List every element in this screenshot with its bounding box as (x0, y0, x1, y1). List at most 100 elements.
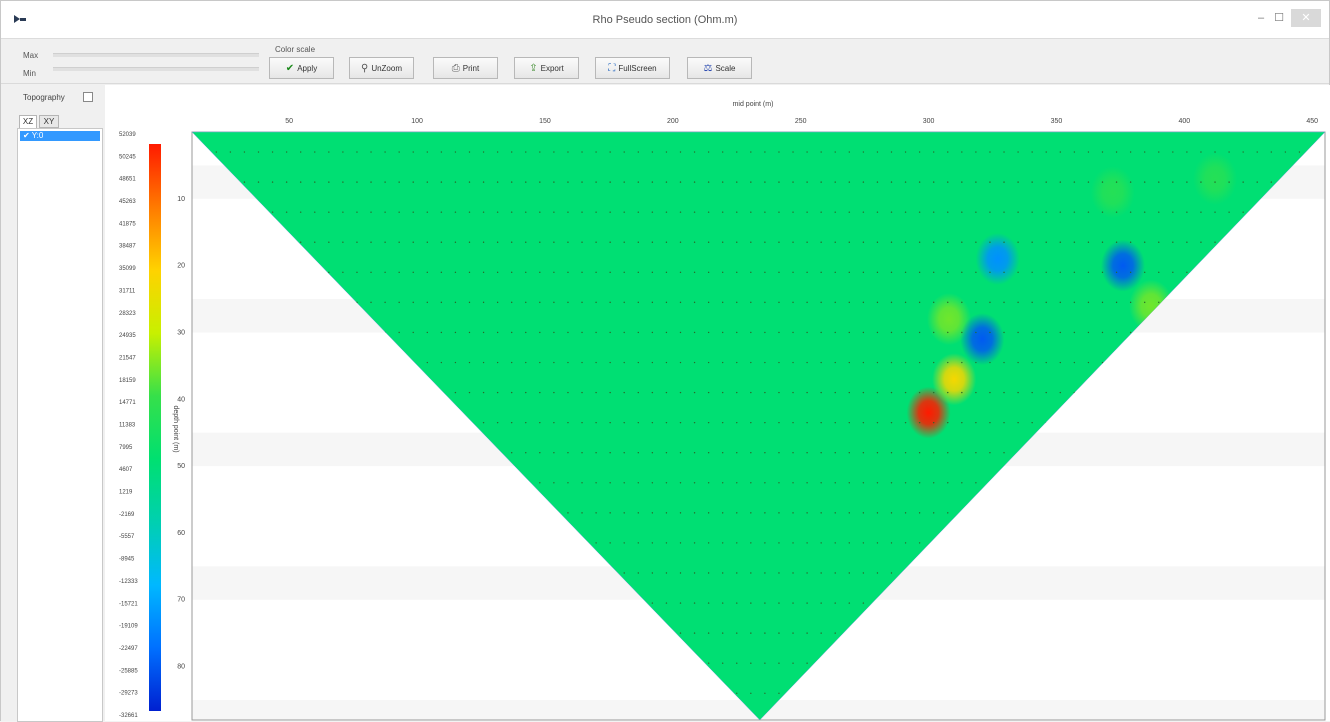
data-point (468, 211, 471, 213)
data-point (862, 542, 865, 544)
data-point (1256, 391, 1258, 394)
data-point (820, 331, 822, 334)
data-point (1312, 271, 1315, 274)
print-button[interactable]: ⎙ Print (433, 57, 498, 79)
data-point (243, 241, 246, 243)
data-point (581, 181, 583, 183)
data-point (707, 482, 710, 484)
data-point (426, 301, 428, 304)
data-point (496, 512, 499, 514)
data-point (721, 512, 724, 514)
data-point (665, 181, 668, 183)
data-point (328, 421, 330, 424)
data-point (496, 632, 499, 634)
data-point (412, 512, 414, 514)
data-point (370, 301, 372, 304)
data-point (581, 391, 583, 394)
data-point (1073, 421, 1076, 424)
data-point (229, 211, 232, 213)
unzoom-button[interactable]: ⚲ UnZoom (349, 57, 414, 79)
data-point (314, 361, 316, 364)
data-point (947, 271, 949, 274)
data-point (1143, 632, 1146, 634)
pseudo-section-chart[interactable]: 50 100 150 200 250 300 350 400 450 mid point (m)… (105, 85, 1330, 721)
data-point (356, 211, 358, 213)
data-point (1270, 421, 1272, 424)
fullscreen-button[interactable]: ⛶ FullScreen (595, 57, 670, 79)
data-point (1228, 482, 1230, 484)
data-point (1228, 542, 1230, 544)
data-point (834, 391, 836, 394)
tab-xy[interactable]: XY (39, 115, 59, 128)
topography-checkbox[interactable] (83, 92, 93, 102)
apply-button[interactable]: ✔ Apply (269, 57, 334, 79)
data-point (1172, 632, 1174, 634)
data-point (510, 602, 513, 604)
anomaly (960, 313, 1005, 366)
data-point (778, 452, 780, 454)
tab-xz[interactable]: XZ (19, 115, 37, 128)
data-point (1284, 512, 1287, 514)
maximize-button[interactable]: ☐ (1272, 9, 1286, 27)
data-point (778, 361, 780, 364)
list-item[interactable]: ✔ Y:0 (20, 131, 100, 141)
data-point (665, 452, 668, 454)
data-point (989, 181, 991, 183)
data-point (961, 421, 963, 424)
data-point (1284, 211, 1287, 213)
data-point (975, 512, 977, 514)
export-button[interactable]: ⇪ Export (514, 57, 579, 79)
data-point (229, 361, 232, 364)
data-point (1228, 211, 1230, 213)
data-point (1087, 151, 1090, 153)
data-point (215, 662, 217, 664)
data-point (468, 271, 471, 274)
data-point (834, 241, 836, 243)
data-point (1129, 421, 1132, 424)
data-point (1200, 662, 1202, 664)
data-point (932, 361, 935, 364)
data-point (553, 211, 555, 213)
data-point (553, 542, 555, 544)
data-point (1312, 151, 1315, 153)
data-point (651, 241, 654, 243)
data-point (1129, 632, 1132, 634)
data-point (1059, 181, 1061, 183)
data-point (637, 211, 639, 213)
data-point (271, 391, 274, 394)
max-slider[interactable] (53, 53, 259, 57)
data-point (482, 512, 485, 514)
data-point (792, 151, 794, 153)
data-point (581, 692, 583, 694)
minimize-button[interactable]: – (1254, 9, 1268, 27)
data-point (412, 241, 414, 243)
data-point (1017, 482, 1019, 484)
close-button[interactable]: ✕ (1291, 9, 1321, 27)
fullscreen-icon: ⛶ (608, 62, 616, 74)
data-point (1115, 482, 1118, 484)
data-point (1087, 512, 1090, 514)
data-point (721, 181, 724, 183)
data-point (1059, 662, 1061, 664)
data-point (961, 542, 963, 544)
data-point (229, 421, 232, 424)
data-point (947, 151, 949, 153)
data-point (1031, 632, 1033, 634)
data-point (1214, 391, 1216, 394)
data-point (1186, 211, 1188, 213)
min-slider[interactable] (53, 67, 259, 71)
data-point (820, 421, 822, 424)
data-point (1101, 391, 1104, 394)
data-point (736, 602, 738, 604)
data-point (1200, 692, 1202, 694)
data-point (356, 692, 358, 694)
data-point (1115, 602, 1118, 604)
scale-button[interactable]: ⚖ Scale (687, 57, 752, 79)
x-tick-label: 200 (667, 118, 679, 125)
data-point (299, 361, 302, 364)
data-point (215, 542, 217, 544)
data-point (1242, 181, 1244, 183)
data-point (679, 421, 682, 424)
data-point (1242, 211, 1244, 213)
data-point (904, 181, 907, 183)
